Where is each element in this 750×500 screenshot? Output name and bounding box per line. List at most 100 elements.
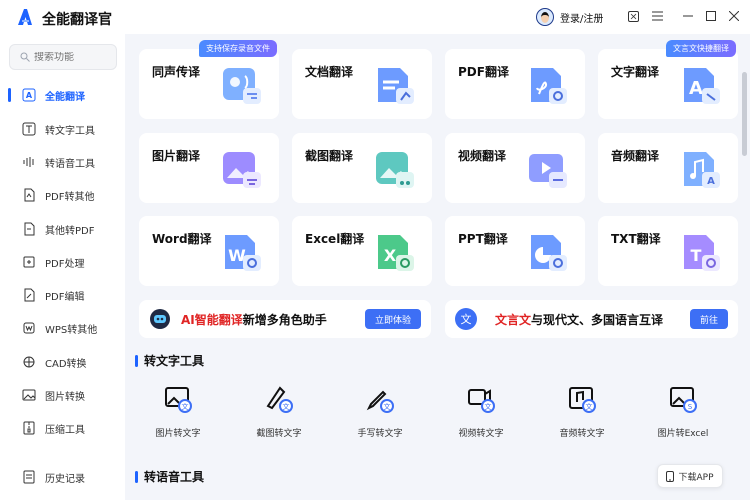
card-pdf-translate[interactable]: PDF翻译	[445, 49, 585, 119]
tool-screenshot-to-text[interactable]: 文 截图转文字	[238, 384, 320, 446]
sidebar-item-label: 图片转换	[45, 391, 85, 403]
card-label: PPT翻译	[458, 232, 508, 246]
card-txt-translate[interactable]: TXT翻译 T	[598, 216, 738, 286]
card-image-translate[interactable]: 图片翻译	[139, 133, 279, 203]
banner-ai-translate[interactable]: AI智能翻译新增多角色助手 立即体验	[139, 300, 431, 338]
banner-highlight: AI智能翻译	[181, 312, 243, 327]
screenshot-translate-icon	[376, 152, 414, 188]
banner-classical-chinese[interactable]: 文 文言文与现代文、多国语言互译 前往	[445, 300, 738, 338]
card-screenshot-translate[interactable]: 截图翻译	[292, 133, 432, 203]
sidebar-item-history[interactable]: 历史记录	[0, 465, 125, 489]
banner-body: 与现代文、多国语言互译	[531, 312, 664, 327]
ppt-translate-icon	[531, 235, 567, 271]
login-register-label: 登录/注册	[560, 13, 604, 25]
fullscreen-icon[interactable]	[626, 9, 640, 23]
txt-translate-icon: T	[684, 235, 720, 271]
scrollbar[interactable]	[742, 72, 747, 156]
try-now-button[interactable]: 立即体验	[364, 309, 421, 329]
image-to-text-icon: 文	[165, 387, 192, 413]
video-translate-icon	[529, 154, 567, 188]
tool-handwriting-to-text[interactable]: 文 手写转文字	[339, 384, 421, 446]
card-label: Excel翻译	[305, 232, 365, 246]
compress-icon	[23, 421, 35, 435]
sidebar-item-cad-convert[interactable]: CAD转换	[0, 350, 125, 374]
close-icon[interactable]	[727, 9, 741, 23]
tool-video-to-text[interactable]: 文 视频转文字	[440, 384, 522, 446]
card-video-translate[interactable]: 视频翻译	[445, 133, 585, 203]
pdf-export-icon	[24, 188, 35, 202]
sidebar-item-compress[interactable]: 压缩工具	[0, 416, 125, 440]
classical-text-icon: 文	[455, 308, 477, 330]
card-word-translate[interactable]: Word翻译 W	[139, 216, 279, 286]
avatar	[536, 8, 554, 26]
pdf-import-icon	[24, 222, 35, 236]
svg-text:A: A	[26, 91, 33, 100]
history-icon	[23, 470, 35, 484]
voice-icon	[23, 157, 34, 167]
card-label: 视频翻译	[458, 149, 507, 163]
sidebar-item-label: 压缩工具	[45, 424, 85, 436]
tool-label: 图片转Excel	[657, 429, 709, 439]
banner-classical-text: 文言文与现代文、多国语言互译	[495, 311, 663, 328]
sidebar-item-label: 全能翻译	[45, 91, 85, 103]
svg-text:文: 文	[485, 402, 492, 411]
tool-image-to-excel[interactable]: S 图片转Excel	[642, 384, 724, 446]
card-label: 截图翻译	[305, 149, 354, 163]
sidebar-item-image-convert[interactable]: 图片转换	[0, 383, 125, 407]
tool-label: 手写转文字	[357, 429, 403, 439]
tool-image-to-text[interactable]: 文 图片转文字	[137, 384, 219, 446]
minimize-icon[interactable]	[681, 9, 695, 23]
tool-audio-to-text[interactable]: 文 音频转文字	[541, 384, 623, 446]
login-register-button[interactable]: 登录/注册	[536, 8, 603, 26]
screenshot-to-text-icon: 文	[266, 386, 293, 413]
card-label: 文字翻译	[611, 65, 660, 79]
card-document-translate[interactable]: 文档翻译	[292, 49, 432, 119]
sidebar-item-all-translate[interactable]: A 全能翻译	[0, 83, 125, 107]
svg-text:X: X	[384, 246, 397, 265]
image-to-excel-icon: S	[670, 387, 697, 413]
card-label: TXT翻译	[611, 232, 661, 246]
svg-text:文: 文	[586, 402, 593, 411]
sidebar-item-pdf-process[interactable]: PDF处理	[0, 250, 125, 274]
banner-body: 新增多角色助手	[242, 312, 327, 327]
card-audio-translate[interactable]: 音频翻译 A	[598, 133, 738, 203]
sidebar-item-to-text[interactable]: 转文字工具	[0, 117, 125, 141]
banner-ai-text: AI智能翻译新增多角色助手	[181, 311, 327, 328]
card-label: 音频翻译	[611, 149, 660, 163]
sidebar-item-wps-to-other[interactable]: WPS转其他	[0, 316, 125, 340]
card-excel-translate[interactable]: Excel翻译 X	[292, 216, 432, 286]
wps-icon	[23, 322, 35, 334]
search-box[interactable]	[9, 44, 117, 70]
search-input[interactable]	[34, 51, 114, 63]
sidebar-item-label: 历史记录	[45, 473, 85, 485]
section-title-label: 转文字工具	[144, 354, 205, 368]
pdf-process-icon	[23, 256, 35, 268]
sidebar-item-pdf-edit[interactable]: PDF编辑	[0, 283, 125, 307]
card-text-translate[interactable]: 文字翻译 A 文言文快捷翻译	[598, 40, 738, 119]
maximize-icon[interactable]	[704, 9, 718, 23]
sidebar-item-label: 转文字工具	[45, 125, 95, 137]
sidebar-item-label: CAD转换	[45, 358, 87, 370]
text-t-icon	[22, 122, 36, 136]
word-translate-icon: W	[225, 235, 261, 271]
card-simultaneous-interpretation[interactable]: 同声传译 支持保存录音文件	[139, 40, 279, 119]
title-bar: 全能翻译官 登录/注册	[0, 0, 750, 34]
svg-text:A: A	[689, 78, 703, 99]
pdf-translate-icon	[531, 68, 567, 104]
svg-text:A: A	[707, 176, 715, 187]
sidebar-item-to-voice[interactable]: 转语音工具	[0, 150, 125, 174]
go-button[interactable]: 前往	[689, 309, 728, 329]
card-label: 文档翻译	[305, 65, 354, 79]
sidebar: A 全能翻译 转文字工具 转语音工具 PDF转其他 其他转PDF PDF处理 P…	[0, 34, 125, 500]
download-app-label: 下载APP	[678, 472, 714, 483]
download-app-button[interactable]: 下载APP	[657, 464, 723, 488]
audio-to-text-icon: 文	[569, 387, 596, 413]
card-ppt-translate[interactable]: PPT翻译	[445, 216, 585, 286]
sidebar-item-label: PDF编辑	[45, 291, 85, 303]
document-translate-icon	[378, 68, 414, 104]
menu-icon[interactable]	[650, 9, 664, 23]
sidebar-item-other-to-pdf[interactable]: 其他转PDF	[0, 217, 125, 241]
section-title-to-voice: 转语音工具	[135, 468, 204, 485]
section-title-label: 转语音工具	[144, 470, 205, 484]
sidebar-item-pdf-to-other[interactable]: PDF转其他	[0, 183, 125, 207]
